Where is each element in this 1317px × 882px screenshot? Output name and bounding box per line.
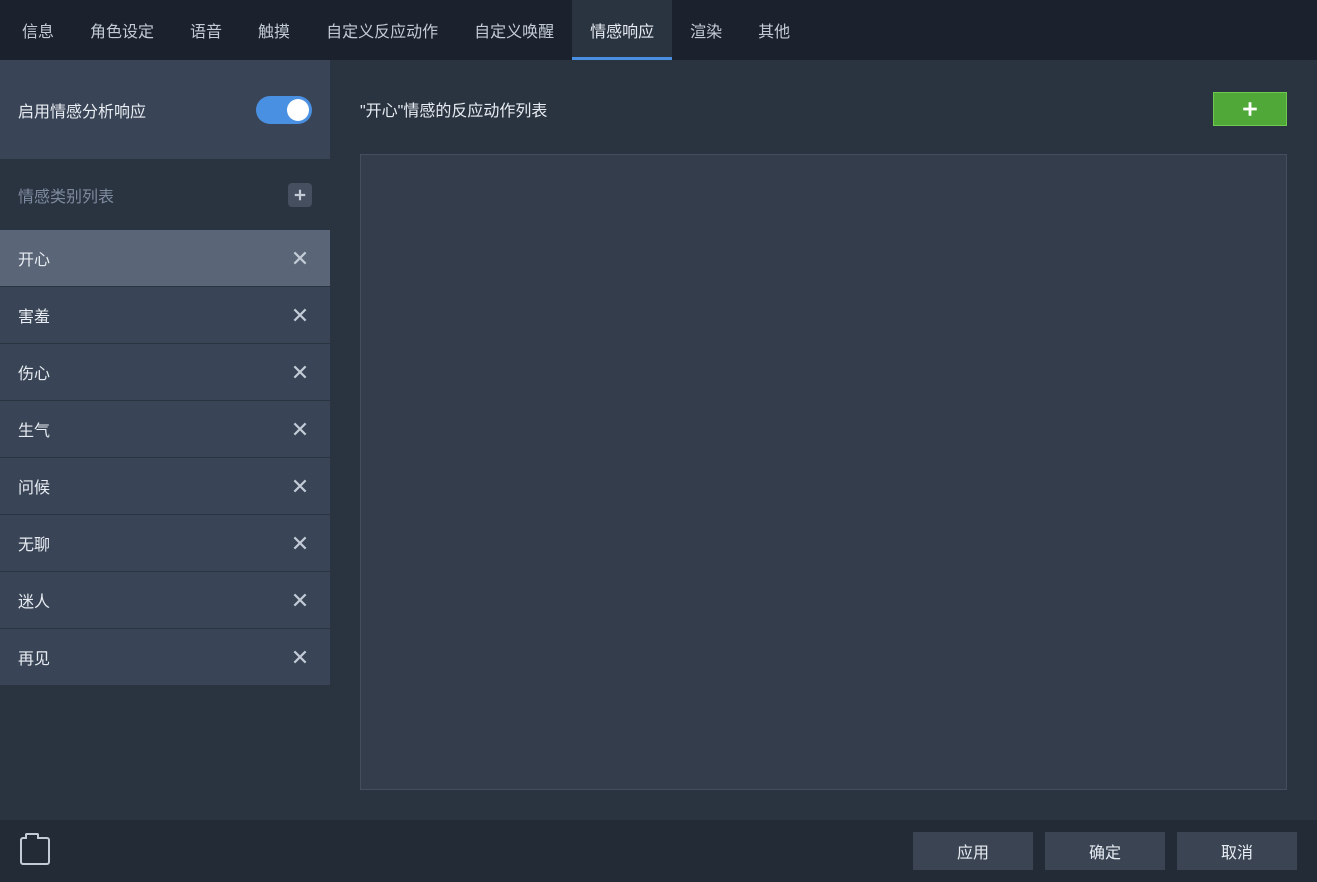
delete-category-button[interactable]	[288, 474, 312, 498]
category-item-goodbye[interactable]: 再见	[0, 629, 330, 686]
apply-button[interactable]: 应用	[913, 832, 1033, 870]
tab-custom-wake[interactable]: 自定义唤醒	[456, 0, 572, 60]
category-item-greeting[interactable]: 问候	[0, 458, 330, 515]
toggle-knob	[287, 99, 309, 121]
ok-button[interactable]: 确定	[1045, 832, 1165, 870]
close-icon	[291, 420, 309, 438]
enable-emotion-toggle[interactable]	[256, 96, 312, 124]
tab-label: 情感响应	[590, 18, 654, 42]
delete-category-button[interactable]	[288, 246, 312, 270]
category-item-label: 伤心	[18, 360, 50, 384]
tab-emotion[interactable]: 情感响应	[572, 0, 672, 60]
category-item-label: 迷人	[18, 588, 50, 612]
category-list-header-label: 情感类别列表	[18, 183, 114, 207]
main-header: "开心"情感的反应动作列表	[360, 84, 1287, 134]
plus-icon	[293, 188, 307, 202]
delete-category-button[interactable]	[288, 645, 312, 669]
enable-emotion-row: 启用情感分析响应	[0, 60, 330, 160]
tab-bar: 信息 角色设定 语音 触摸 自定义反应动作 自定义唤醒 情感响应 渲染 其他	[0, 0, 1317, 60]
category-item-label: 再见	[18, 645, 50, 669]
tab-label: 其他	[758, 18, 790, 42]
tab-custom-reaction[interactable]: 自定义反应动作	[308, 0, 456, 60]
delete-category-button[interactable]	[288, 588, 312, 612]
tab-label: 角色设定	[90, 18, 154, 42]
category-item-label: 无聊	[18, 531, 50, 555]
close-icon	[291, 477, 309, 495]
plus-icon	[1241, 100, 1259, 118]
category-item-shy[interactable]: 害羞	[0, 287, 330, 344]
close-icon	[291, 648, 309, 666]
cancel-button[interactable]: 取消	[1177, 832, 1297, 870]
category-list-header: 情感类别列表	[0, 160, 330, 230]
close-icon	[291, 306, 309, 324]
add-category-button[interactable]	[288, 183, 312, 207]
category-item-label: 问候	[18, 474, 50, 498]
category-item-label: 生气	[18, 417, 50, 441]
tab-role[interactable]: 角色设定	[72, 0, 172, 60]
reaction-list-title: "开心"情感的反应动作列表	[360, 97, 547, 121]
tab-label: 语音	[190, 18, 222, 42]
category-item-bored[interactable]: 无聊	[0, 515, 330, 572]
tab-render[interactable]: 渲染	[672, 0, 740, 60]
category-item-label: 开心	[18, 246, 50, 270]
sidebar: 启用情感分析响应 情感类别列表 开心 害羞	[0, 60, 330, 820]
delete-category-button[interactable]	[288, 360, 312, 384]
open-folder-button[interactable]	[20, 837, 50, 865]
delete-category-button[interactable]	[288, 417, 312, 441]
apply-button-label: 应用	[957, 839, 989, 863]
category-item-charming[interactable]: 迷人	[0, 572, 330, 629]
delete-category-button[interactable]	[288, 303, 312, 327]
delete-category-button[interactable]	[288, 531, 312, 555]
category-item-angry[interactable]: 生气	[0, 401, 330, 458]
ok-button-label: 确定	[1089, 839, 1121, 863]
tab-label: 自定义反应动作	[326, 18, 438, 42]
main-panel: "开心"情感的反应动作列表	[330, 60, 1317, 820]
enable-emotion-label: 启用情感分析响应	[18, 98, 146, 122]
close-icon	[291, 591, 309, 609]
cancel-button-label: 取消	[1221, 839, 1253, 863]
close-icon	[291, 249, 309, 267]
tab-other[interactable]: 其他	[740, 0, 808, 60]
category-item-sad[interactable]: 伤心	[0, 344, 330, 401]
reaction-list-box	[360, 154, 1287, 790]
footer: 应用 确定 取消	[0, 820, 1317, 882]
category-item-label: 害羞	[18, 303, 50, 327]
tab-voice[interactable]: 语音	[172, 0, 240, 60]
close-icon	[291, 363, 309, 381]
tab-label: 触摸	[258, 18, 290, 42]
add-reaction-button[interactable]	[1213, 92, 1287, 126]
tab-touch[interactable]: 触摸	[240, 0, 308, 60]
tab-label: 渲染	[690, 18, 722, 42]
close-icon	[291, 534, 309, 552]
category-item-happy[interactable]: 开心	[0, 230, 330, 287]
tab-label: 自定义唤醒	[474, 18, 554, 42]
tab-info[interactable]: 信息	[4, 0, 72, 60]
tab-label: 信息	[22, 18, 54, 42]
category-list: 开心 害羞 伤心 生气	[0, 230, 330, 686]
